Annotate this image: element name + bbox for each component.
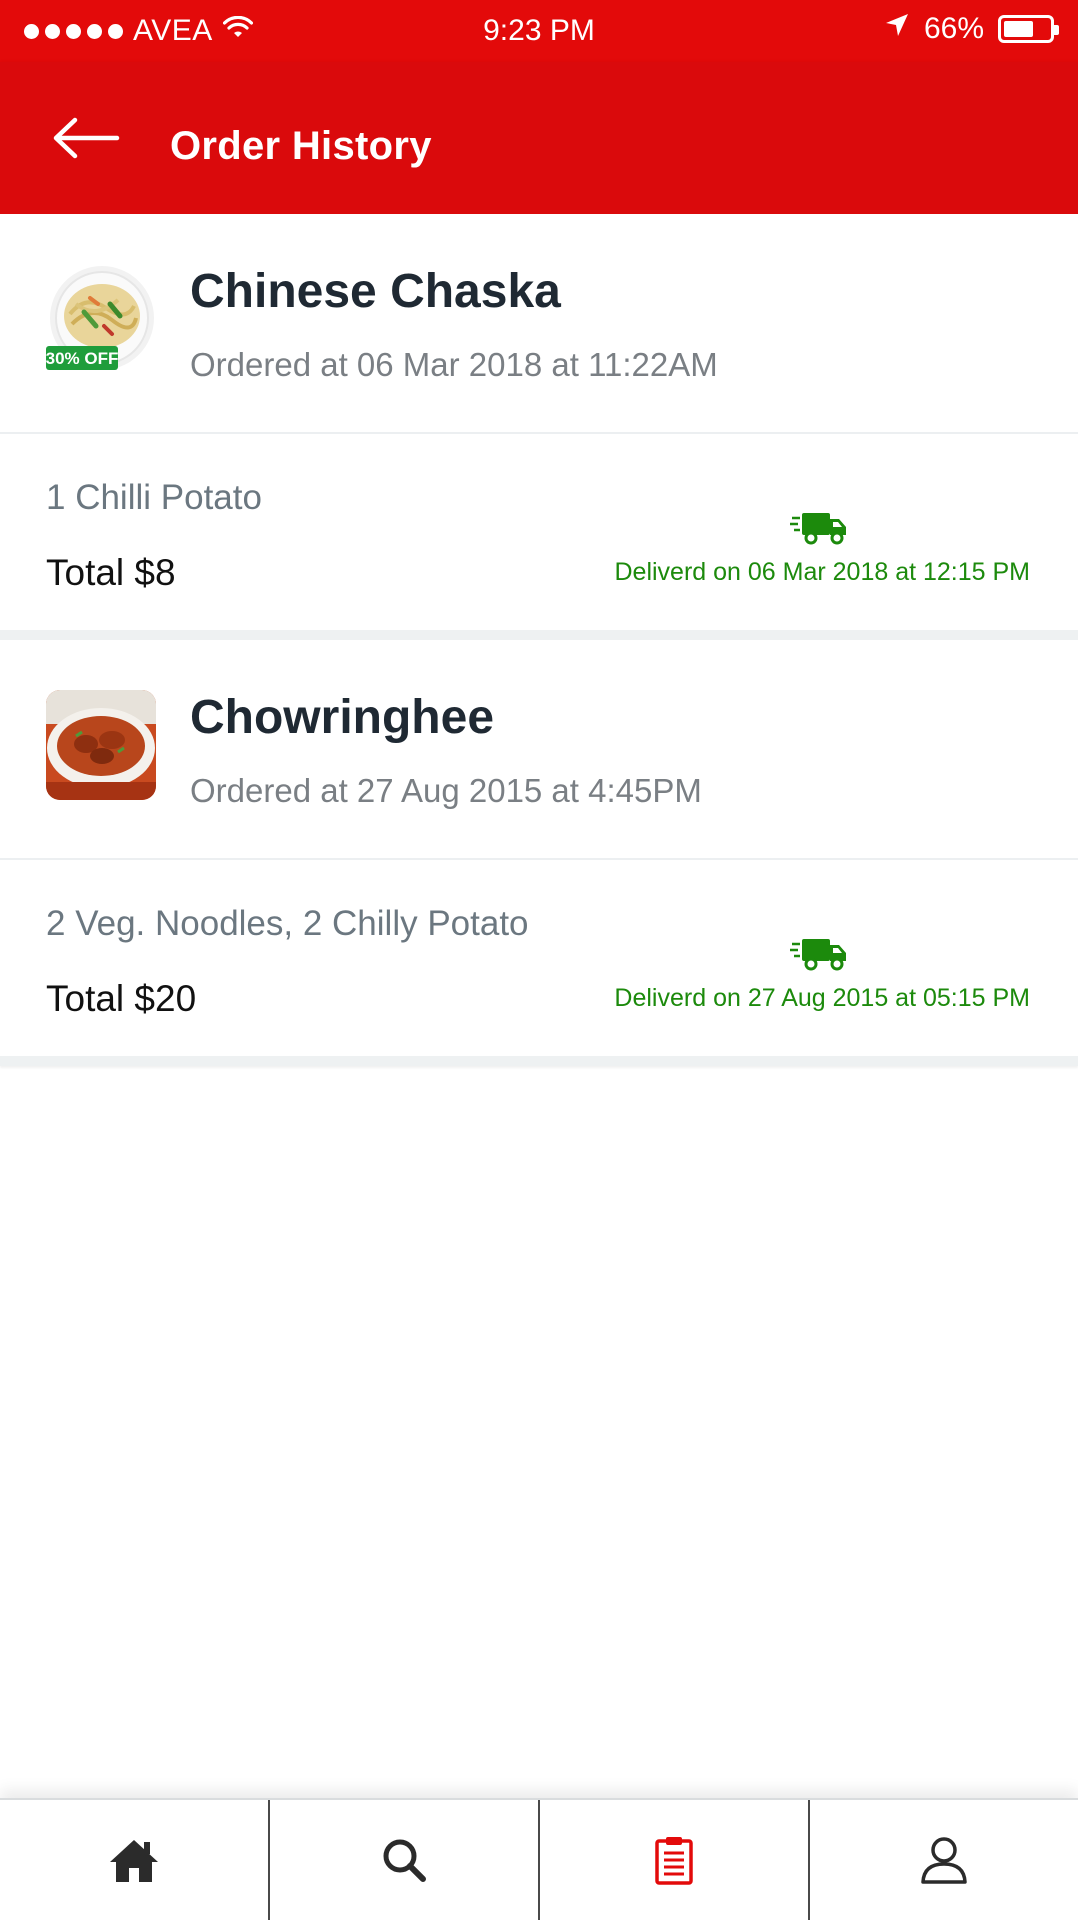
battery-icon	[998, 15, 1059, 43]
order-items: 2 Veg. Noodles, 2 Chilly Potato	[46, 904, 529, 943]
clipboard-icon	[655, 1837, 693, 1885]
delivery-status: Deliverd on 27 Aug 2015 at 05:15 PM	[614, 984, 1030, 1012]
order-total: Total $8	[46, 552, 176, 593]
discount-badge: 30% OFF	[46, 349, 118, 368]
order-total: Total $20	[46, 978, 197, 1019]
nav-profile[interactable]	[810, 1800, 1078, 1920]
delivery-truck-icon	[790, 513, 846, 545]
order-card[interactable]: Chowringhee Ordered at 27 Aug 2015 at 4:…	[0, 640, 1078, 1066]
app-header: Order History	[0, 62, 1078, 214]
order-time: Ordered at 06 Mar 2018 at 11:22AM	[190, 346, 718, 383]
search-icon	[383, 1839, 426, 1882]
nav-search[interactable]	[270, 1800, 540, 1920]
restaurant-name: Chowringhee	[190, 691, 495, 744]
page-title: Order History	[170, 124, 432, 168]
order-header: 30% OFF Chinese Chaska Ordered at 06 Mar…	[0, 214, 1078, 434]
status-right: 66%	[884, 12, 1059, 46]
order-list: 30% OFF Chinese Chaska Ordered at 06 Mar…	[0, 214, 1078, 1066]
nav-home[interactable]	[0, 1800, 270, 1920]
restaurant-thumbnail: 30% OFF	[46, 264, 156, 374]
delivery-truck-icon	[790, 939, 846, 971]
order-details: 2 Veg. Noodles, 2 Chilly Potato Total $2…	[0, 860, 1078, 1056]
battery-level	[1004, 21, 1034, 37]
order-header: Chowringhee Ordered at 27 Aug 2015 at 4:…	[0, 640, 1078, 860]
nav-orders[interactable]	[540, 1800, 810, 1920]
back-button[interactable]	[48, 112, 124, 164]
bottom-nav	[0, 1798, 1078, 1920]
location-arrow-icon	[884, 12, 910, 46]
back-arrow-icon	[53, 117, 120, 159]
delivery-status: Deliverd on 06 Mar 2018 at 12:15 PM	[614, 558, 1030, 586]
order-details: 1 Chilli Potato Total $8 Deliverd on 06 …	[0, 434, 1078, 630]
order-card[interactable]: 30% OFF Chinese Chaska Ordered at 06 Mar…	[0, 214, 1078, 640]
restaurant-thumbnail	[46, 690, 156, 800]
battery-percent: 66%	[923, 12, 984, 45]
home-icon	[110, 1840, 158, 1882]
user-icon	[921, 1837, 967, 1884]
restaurant-name: Chinese Chaska	[190, 265, 561, 318]
status-bar: AVEA 9:23 PM 66%	[0, 0, 1078, 62]
order-items: 1 Chilli Potato	[46, 478, 262, 517]
order-time: Ordered at 27 Aug 2015 at 4:45PM	[190, 772, 702, 809]
